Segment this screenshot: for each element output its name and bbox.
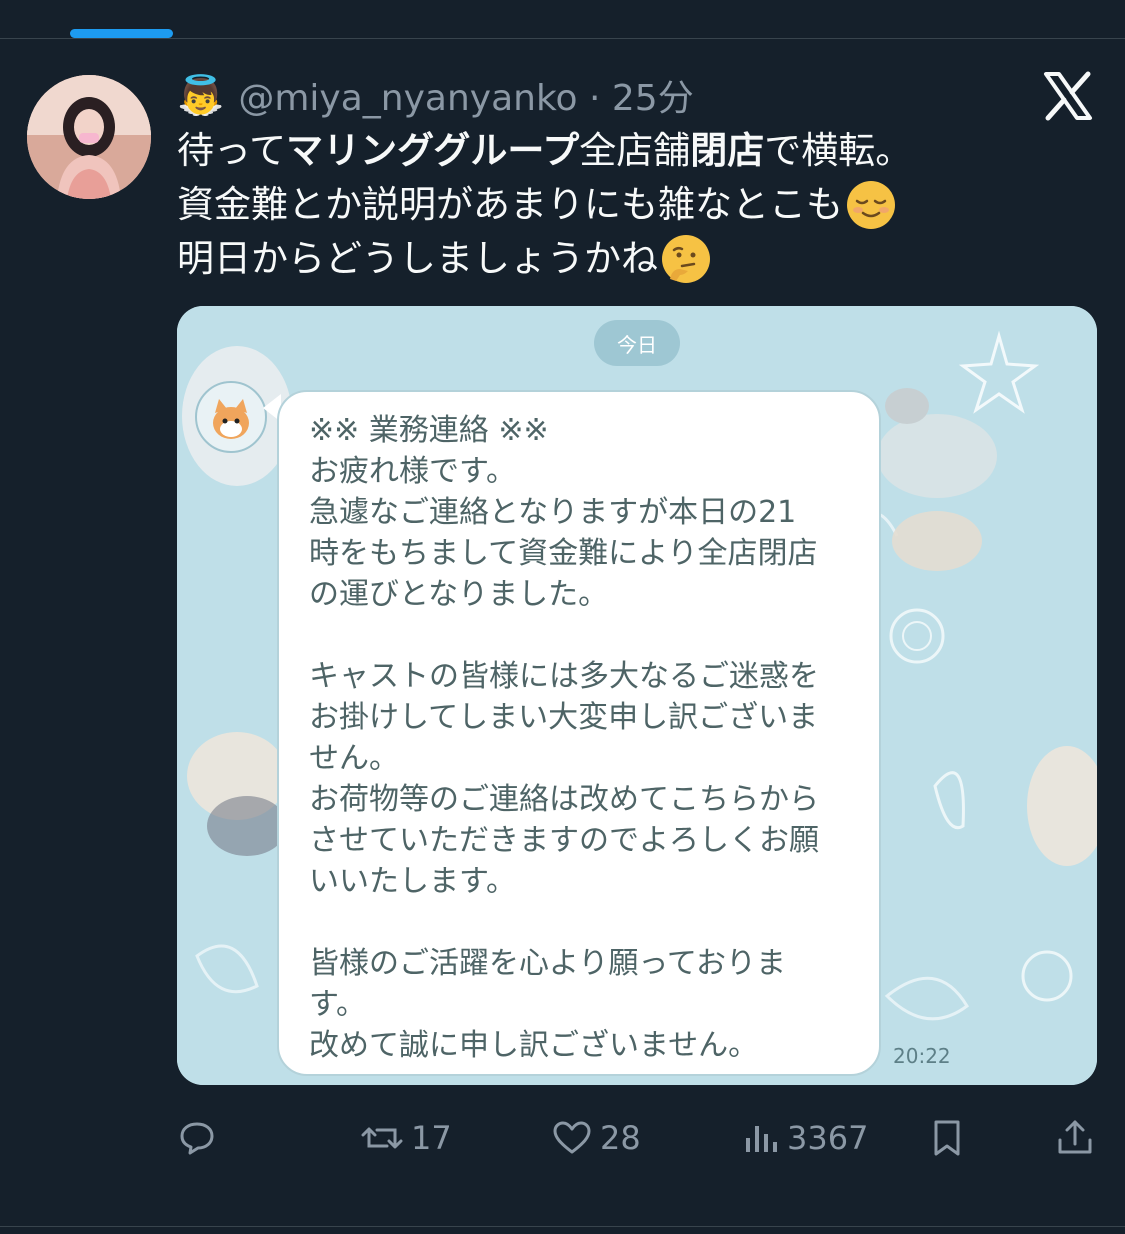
views-button[interactable]: 3367 xyxy=(743,1110,868,1166)
share-button[interactable] xyxy=(1055,1110,1095,1166)
retweet-count: 17 xyxy=(411,1119,452,1157)
message-line: す。 xyxy=(309,987,366,1022)
bookmark-icon xyxy=(934,1120,960,1156)
badge-emoji: 👼 xyxy=(177,73,225,117)
tweet-text-bold: マリンググループ xyxy=(286,129,580,172)
message-line xyxy=(309,615,879,656)
message-line: の運びとなりました。 xyxy=(309,577,609,612)
tweet-text-segment: 待って xyxy=(177,129,287,172)
message-bubble: ※※ 業務連絡 ※※ お疲れ様です。 急遽なご連絡となりますが本日の21 時をも… xyxy=(277,390,881,1076)
media-image[interactable]: 今日 ※※ 業務連絡 ※※ お疲れ様です。 急遽なご連絡となりますが本日の21 … xyxy=(177,306,1097,1085)
action-bar: 17 28 3367 xyxy=(177,1110,1097,1166)
like-count: 28 xyxy=(600,1119,641,1157)
message-line: せん。 xyxy=(309,741,399,776)
avatar[interactable] xyxy=(27,75,151,199)
tweet-text-segment: で横転。 xyxy=(764,129,913,172)
avatar-image xyxy=(27,75,151,199)
heart-icon xyxy=(553,1121,591,1154)
user-handle[interactable]: @miya_nyanyanko xyxy=(238,78,577,119)
message-line: お荷物等のご連絡は改めてこちらから xyxy=(309,782,819,817)
tweet-text-bold: 閉店 xyxy=(690,129,765,172)
message-line: ※※ 業務連絡 ※※ xyxy=(309,413,549,448)
tweet-text: 待って マリンググループ 全店舗 閉店 で横転。 資金難とか説明があまりにも雑なとこも … xyxy=(177,124,1077,286)
message-line: 改めて誠に申し訳ございません。 xyxy=(309,1028,759,1063)
bookmark-button[interactable] xyxy=(929,1110,965,1166)
active-tab-indicator xyxy=(70,29,173,38)
dot-separator: · xyxy=(589,78,601,119)
retweet-button[interactable]: 17 xyxy=(361,1110,452,1166)
message-line: 時をもちまして資金難により全店閉店 xyxy=(309,536,818,571)
retweet-icon xyxy=(361,1127,403,1149)
timestamp[interactable]: 25分 xyxy=(612,78,694,119)
tweet-header: 👼 @miya_nyanyanko · 25分 xyxy=(177,70,694,120)
message-line: させていただきますのでよろしくお願 xyxy=(309,823,819,858)
date-pill: 今日 xyxy=(594,320,680,366)
tweet-line-2: 資金難とか説明があまりにも雑なとこも xyxy=(177,178,1077,232)
tweet-divider xyxy=(0,1226,1125,1227)
tweet-text-segment: 全店舗 xyxy=(579,129,691,172)
views-chart-icon xyxy=(746,1126,777,1152)
reply-button[interactable] xyxy=(177,1110,225,1166)
message-line: キャストの皆様には多大なるご迷惑を xyxy=(309,659,819,694)
header-divider xyxy=(0,38,1125,39)
message-time: 20:22 xyxy=(893,1044,951,1068)
reply-icon xyxy=(180,1122,214,1155)
message-line: いいたします。 xyxy=(309,864,516,899)
tweet-text-segment: 資金難とか説明があまりにも雑なとこも xyxy=(177,183,843,226)
message-line xyxy=(309,902,879,943)
x-logo-icon[interactable] xyxy=(1042,70,1094,122)
message-line: 急遽なご連絡となりますが本日の21 xyxy=(309,495,797,530)
view-count: 3367 xyxy=(787,1119,869,1157)
message-line: お掛けしてしまい大変申し訳ございま xyxy=(309,700,819,735)
relieved-face-icon xyxy=(847,181,895,229)
tweet-text-segment: 明日からどうしましょうかね xyxy=(177,237,658,280)
thinking-face-icon xyxy=(662,235,710,283)
message-line: 皆様のご活躍を心より願っておりま xyxy=(309,946,786,981)
message-line: お疲れ様です。 xyxy=(309,454,516,489)
handle-line[interactable]: @miya_nyanyanko · 25分 xyxy=(238,69,693,121)
tweet-line-3: 明日からどうしましょうかね xyxy=(177,232,1077,286)
cat-avatar-icon xyxy=(199,385,263,449)
chat-avatar xyxy=(195,381,267,453)
tweet-line-1: 待って マリンググループ 全店舗 閉店 で横転。 xyxy=(177,124,1077,178)
share-icon xyxy=(1058,1120,1092,1154)
like-button[interactable]: 28 xyxy=(552,1110,641,1166)
